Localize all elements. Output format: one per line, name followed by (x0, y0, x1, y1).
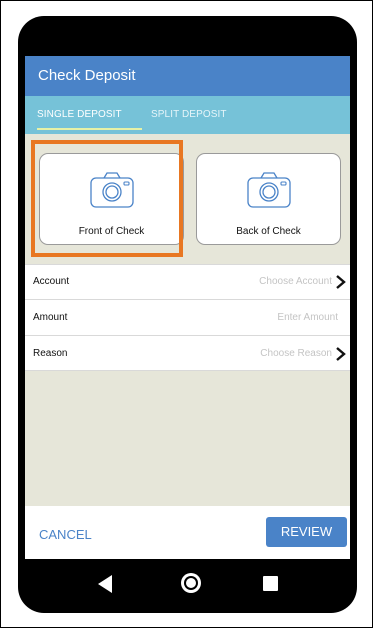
account-value: Choose Account (259, 276, 332, 287)
account-label: Account (33, 276, 70, 287)
reason-value: Choose Reason (260, 348, 332, 359)
screenshot-frame: Check Deposit SINGLE DEPOSIT SPLIT DEPOS… (0, 0, 373, 628)
chevron-right-icon (336, 275, 346, 289)
tab-single-deposit[interactable]: SINGLE DEPOSIT (37, 109, 122, 120)
action-footer: CANCEL REVIEW (25, 506, 350, 559)
reason-label: Reason (33, 348, 68, 359)
review-button[interactable]: REVIEW (266, 517, 347, 547)
cancel-button[interactable]: CANCEL (39, 527, 92, 542)
back-of-check-label: Back of Check (236, 226, 301, 237)
phone-device: Check Deposit SINGLE DEPOSIT SPLIT DEPOS… (18, 16, 357, 613)
amount-input[interactable]: Enter Amount (277, 312, 338, 323)
camera-icon (89, 172, 134, 208)
camera-icon (246, 172, 291, 208)
deposit-form: Account Choose Account Amount Enter Amou… (25, 264, 350, 371)
front-of-check-label: Front of Check (78, 226, 145, 237)
home-circle-icon[interactable] (181, 573, 201, 593)
front-of-check-button[interactable]: Front of Check (39, 153, 184, 245)
back-of-check-button[interactable]: Back of Check (196, 153, 341, 245)
amount-label: Amount (33, 312, 68, 323)
account-row[interactable]: Account Choose Account (25, 264, 350, 300)
recent-apps-icon[interactable] (263, 576, 278, 591)
chevron-right-icon (336, 347, 346, 361)
tab-split-deposit[interactable]: SPLIT DEPOSIT (151, 109, 227, 120)
tab-bar: SINGLE DEPOSIT SPLIT DEPOSIT (25, 96, 350, 134)
android-nav-bar (18, 559, 357, 613)
app-screen: Check Deposit SINGLE DEPOSIT SPLIT DEPOS… (25, 56, 350, 559)
active-tab-indicator (37, 128, 142, 130)
reason-row[interactable]: Reason Choose Reason (25, 336, 350, 371)
amount-row[interactable]: Amount Enter Amount (25, 300, 350, 336)
title-bar: Check Deposit (25, 56, 350, 96)
page-title: Check Deposit (38, 67, 136, 84)
back-triangle-icon[interactable] (98, 575, 112, 593)
